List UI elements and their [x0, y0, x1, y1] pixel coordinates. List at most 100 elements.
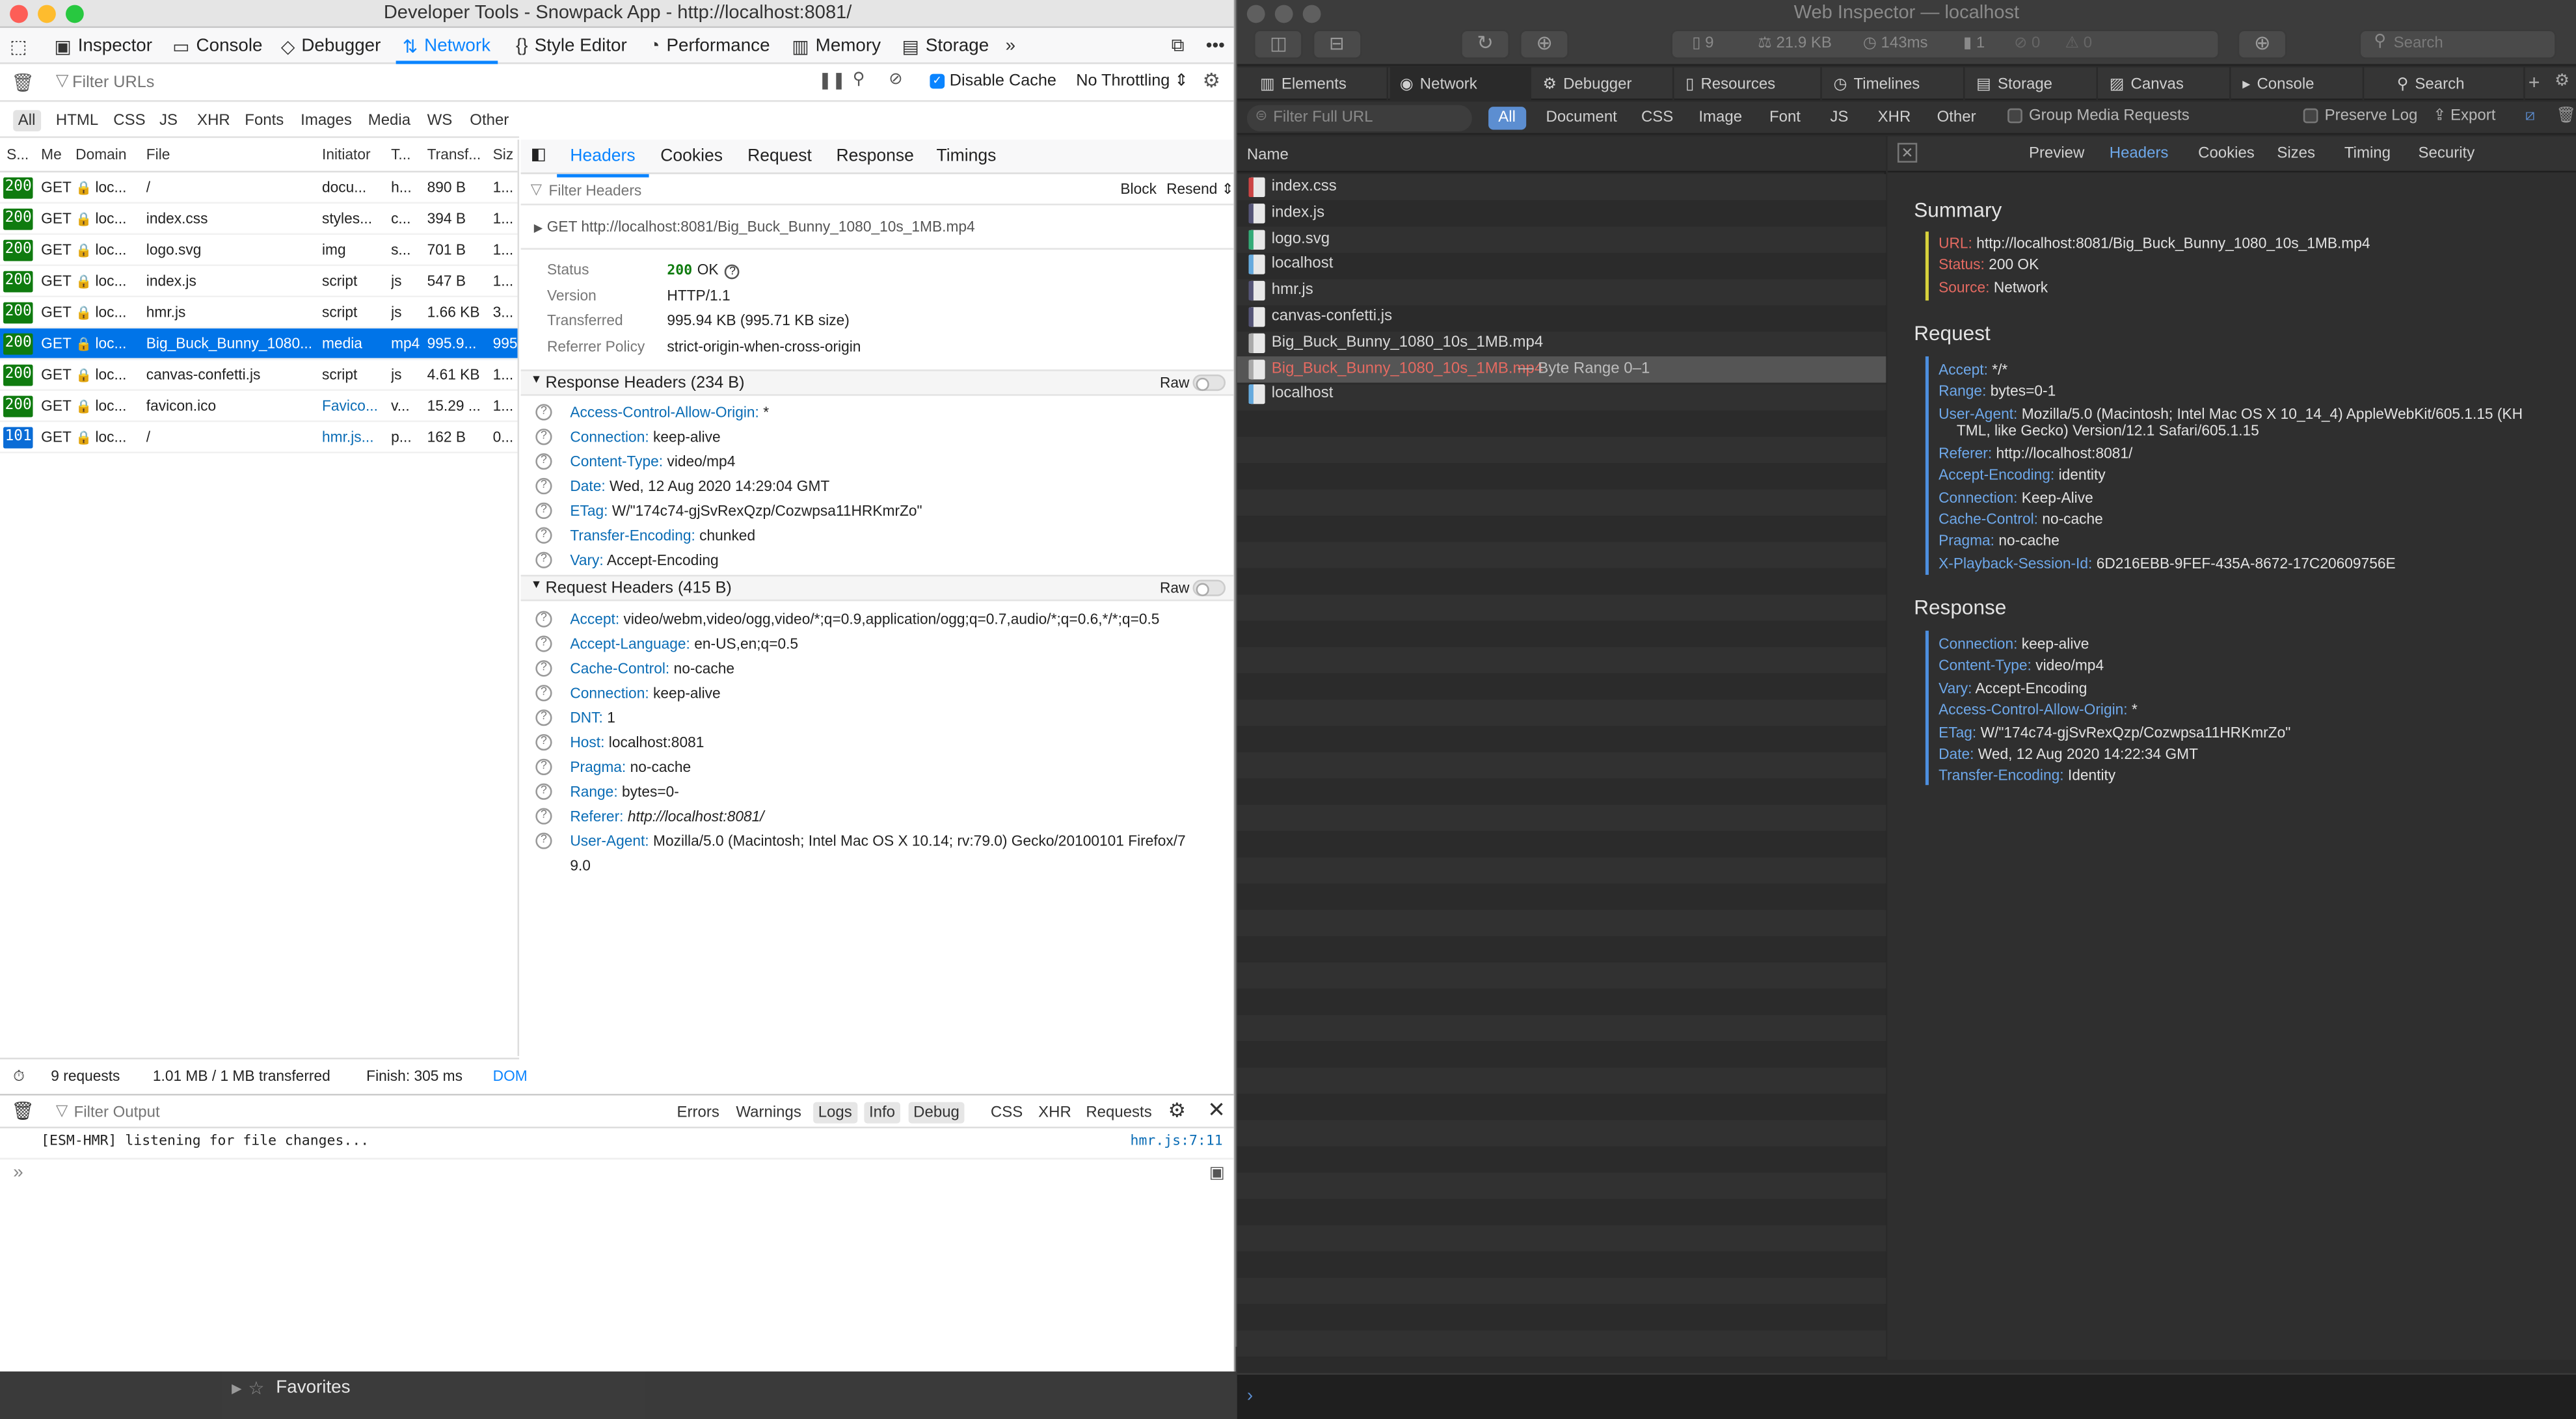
settings-icon[interactable]: ⚙: [2555, 72, 2569, 90]
console-input[interactable]: [36, 1163, 1187, 1189]
error-count[interactable]: ⊘ 0: [2014, 34, 2040, 53]
tab-security[interactable]: Security: [2419, 144, 2475, 163]
raw-toggle[interactable]: [1192, 374, 1226, 391]
type-css[interactable]: CSS: [1631, 107, 1684, 129]
resource-row[interactable]: hmr.js: [1237, 278, 1886, 304]
filter-debug[interactable]: Debug: [908, 1102, 965, 1124]
export-button[interactable]: ⇪ Export: [2433, 107, 2495, 125]
request-row[interactable]: 200 GET 🔒 loc... canvas-confetti.js script js 4…: [0, 360, 518, 391]
disclosure-icon[interactable]: ▶: [232, 1381, 242, 1396]
resource-row[interactable]: logo.svg: [1237, 226, 1886, 252]
tab-cookies[interactable]: Cookies: [660, 146, 723, 166]
column-file[interactable]: File: [146, 146, 170, 163]
editor-mode-icon[interactable]: ▣: [1209, 1165, 1225, 1183]
filter-toggle-icon[interactable]: ⧄: [2525, 107, 2535, 125]
help-icon[interactable]: ?: [535, 611, 552, 628]
help-icon[interactable]: ?: [535, 783, 552, 800]
request-row[interactable]: 200 GET 🔒 loc... hmr.js script js 1.66 KB 3...: [0, 297, 518, 329]
help-icon[interactable]: ?: [535, 453, 552, 470]
resource-row[interactable]: canvas-confetti.js: [1237, 304, 1886, 330]
resource-row[interactable]: localhost: [1237, 252, 1886, 278]
tab-sizes[interactable]: Sizes: [2277, 144, 2315, 163]
tab-timelines[interactable]: ◷ Timelines: [1823, 67, 1965, 101]
disclosure-icon[interactable]: ▶: [534, 223, 543, 235]
clear-icon[interactable]: 🗑: [2556, 107, 2576, 125]
help-icon[interactable]: ?: [535, 551, 552, 568]
help-icon[interactable]: ?: [535, 685, 552, 702]
filter-all[interactable]: All: [13, 110, 41, 132]
raw-toggle[interactable]: [1192, 579, 1226, 596]
help-icon[interactable]: ?: [535, 710, 552, 726]
filter-urls-input[interactable]: [72, 70, 730, 96]
throttling-select[interactable]: No Throttling ⇕: [1076, 72, 1188, 90]
help-icon[interactable]: ?: [535, 477, 552, 495]
type-other[interactable]: Other: [1927, 107, 1985, 129]
add-tab-icon[interactable]: +: [2529, 71, 2540, 94]
tab-performance[interactable]: ◔ Performance: [649, 28, 770, 64]
tab-preview[interactable]: Preview: [2029, 144, 2084, 163]
filter-css[interactable]: CSS: [986, 1102, 1028, 1124]
help-icon[interactable]: ?: [535, 758, 552, 776]
pick-element-icon[interactable]: ⬚: [10, 28, 27, 64]
resource-row[interactable]: Big_Buck_Bunny_1080_10s_1MB.mp4 — Byte R…: [1237, 356, 1886, 382]
filter-url-field[interactable]: ⊜ Filter Full URL: [1246, 105, 1472, 132]
filter-errors[interactable]: Errors: [672, 1102, 725, 1124]
element-selection-button[interactable]: ⊕: [2237, 29, 2287, 59]
close-icon[interactable]: ✕: [1207, 1097, 1226, 1123]
trash-icon[interactable]: 🗑: [12, 1100, 34, 1122]
quick-console[interactable]: ›: [1237, 1373, 2576, 1419]
filter-html[interactable]: HTML: [56, 110, 98, 131]
warning-count[interactable]: ⚠ 0: [2065, 34, 2093, 53]
tab-resources[interactable]: ▯ Resources: [1676, 67, 1822, 101]
reload-button[interactable]: ↻: [1460, 29, 1510, 59]
log-count[interactable]: ▮ 1: [1963, 34, 1985, 53]
response-headers-section-header[interactable]: ▼ Response Headers (234 B) Raw: [520, 369, 1234, 396]
type-image[interactable]: Image: [1689, 107, 1752, 129]
tab-style-editor[interactable]: {} Style Editor: [516, 28, 627, 64]
help-icon[interactable]: ?: [535, 404, 552, 421]
filter-requests[interactable]: Requests: [1081, 1102, 1157, 1124]
dock-side-button[interactable]: ◫: [1253, 29, 1303, 59]
more-tabs-icon[interactable]: »: [1006, 28, 1015, 64]
console-message-source[interactable]: hmr.js:7:11: [1131, 1134, 1223, 1150]
tab-storage[interactable]: ▤ Storage: [902, 28, 989, 64]
column-size[interactable]: Siz: [493, 146, 514, 163]
tab-console[interactable]: ▭ Console: [172, 28, 262, 64]
filter-css[interactable]: CSS: [113, 110, 145, 131]
type-font[interactable]: Font: [1760, 107, 1810, 129]
search-icon[interactable]: ⚲: [853, 71, 865, 89]
column-transferred[interactable]: Transf...: [427, 146, 481, 163]
request-row[interactable]: 200 GET 🔒 loc... logo.svg img s... 701 B 1...: [0, 235, 518, 267]
tab-debugger[interactable]: ◇ Debugger: [281, 28, 381, 64]
resource-row[interactable]: index.css: [1237, 174, 1886, 200]
dock-toggle-icon[interactable]: ⧉: [1172, 28, 1185, 64]
pause-icon[interactable]: ❚❚: [818, 72, 846, 90]
resend-button[interactable]: Resend ⇕: [1166, 181, 1234, 199]
tab-cookies[interactable]: Cookies: [2198, 144, 2255, 163]
toggle-sidebar-icon[interactable]: ◧: [531, 146, 546, 165]
filter-images[interactable]: Images: [301, 110, 352, 131]
filter-xhr[interactable]: XHR: [1034, 1102, 1077, 1124]
tab-response[interactable]: Response: [836, 146, 913, 166]
trash-icon[interactable]: 🗑: [12, 72, 34, 94]
tab-network[interactable]: ⇅ Network: [396, 28, 496, 64]
close-details-icon[interactable]: ✕: [1897, 142, 1918, 163]
help-icon[interactable]: ?: [535, 429, 552, 445]
download-button[interactable]: ⊕: [1520, 29, 1569, 59]
filter-ws[interactable]: WS: [427, 110, 453, 131]
tab-headers[interactable]: Headers: [557, 146, 648, 178]
filter-info[interactable]: Info: [864, 1102, 900, 1124]
help-icon[interactable]: ?: [535, 734, 552, 751]
group-media-checkbox[interactable]: Group Media Requests: [2007, 107, 2190, 125]
block-button[interactable]: Block: [1120, 181, 1157, 197]
column-initiator[interactable]: Initiator: [322, 146, 371, 163]
tab-inspector[interactable]: ▣ Inspector: [54, 28, 152, 64]
request-row[interactable]: 200 GET 🔒 loc... index.js script js 547 B 1...: [0, 266, 518, 298]
tab-headers[interactable]: Headers: [2110, 144, 2169, 163]
filter-warnings[interactable]: Warnings: [731, 1102, 807, 1124]
help-icon[interactable]: ?: [535, 502, 552, 520]
request-row[interactable]: 200 GET 🔒 loc... / docu... h... 890 B 1...: [0, 172, 518, 204]
type-js[interactable]: JS: [1820, 107, 1858, 129]
block-icon[interactable]: ⊘: [889, 71, 902, 89]
tab-debugger[interactable]: ⚙ Debugger: [1533, 67, 1674, 101]
